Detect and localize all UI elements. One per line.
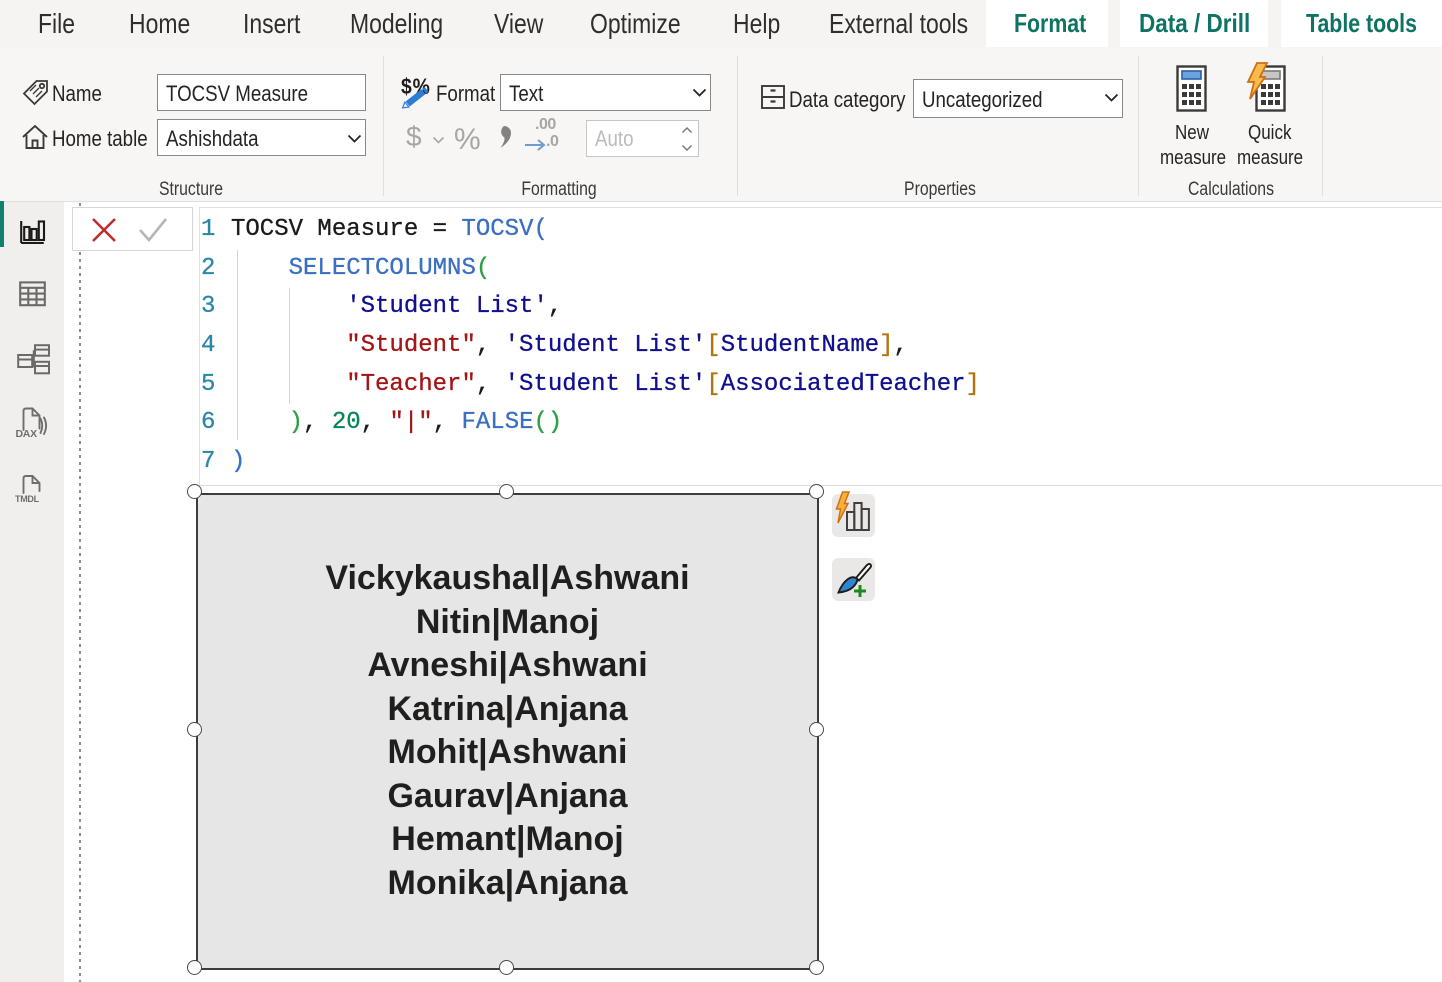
svg-text:DAX: DAX xyxy=(16,428,38,439)
svg-text:TMDL: TMDL xyxy=(15,494,40,504)
